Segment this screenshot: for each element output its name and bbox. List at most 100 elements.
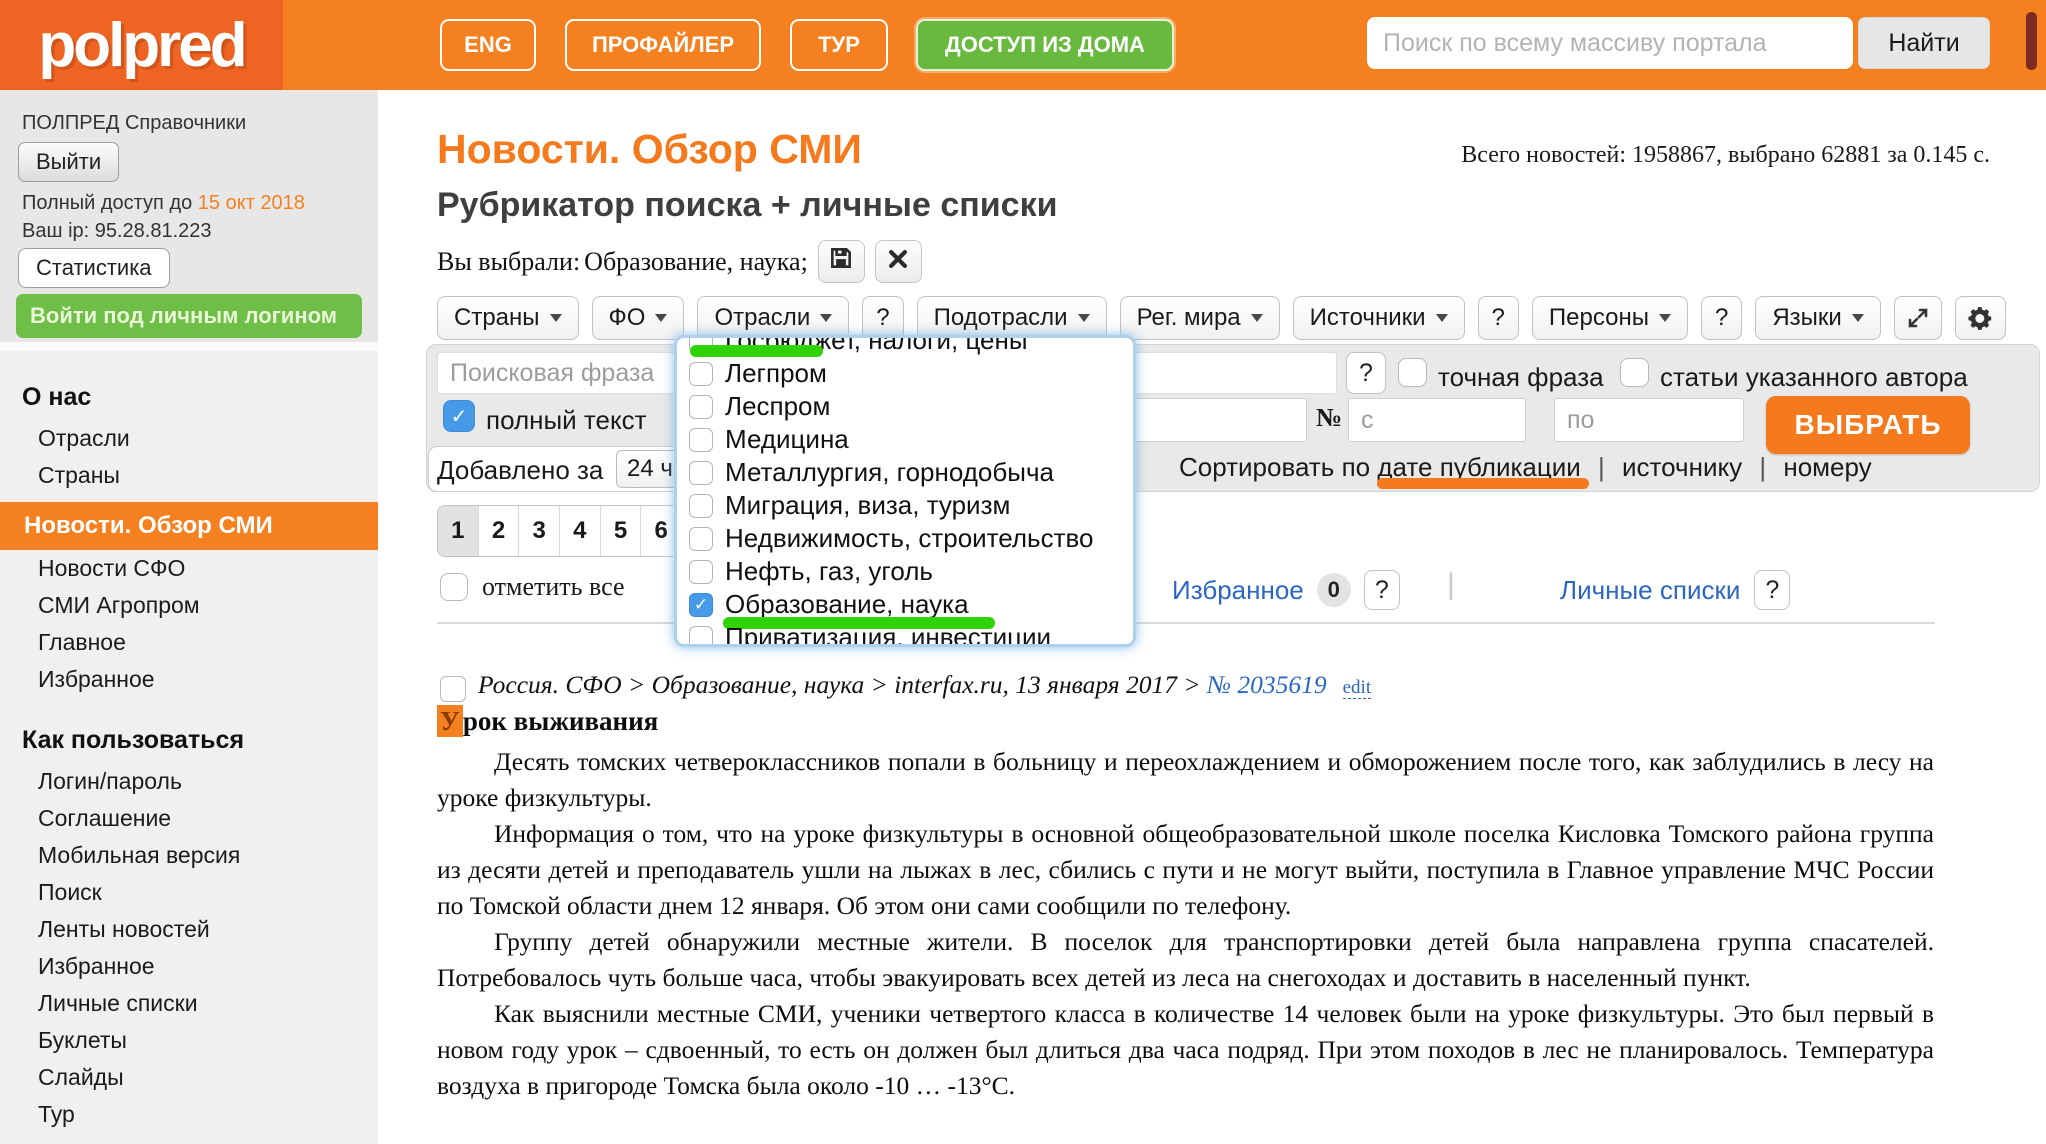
checkbox-unchecked[interactable]: [689, 527, 713, 551]
favorites-link[interactable]: Избранное: [1172, 575, 1304, 606]
global-search-input[interactable]: [1367, 17, 1853, 69]
page-subtitle: Рубрикатор поиска + личные списки: [437, 186, 1058, 225]
eng-button[interactable]: ENG: [440, 19, 536, 71]
sort-option[interactable]: номеру: [1783, 452, 1871, 482]
sidebar-item-active[interactable]: Новости. Обзор СМИ: [0, 502, 378, 550]
checkbox-unchecked[interactable]: [689, 560, 713, 584]
sidebar-item[interactable]: Ленты новостей: [0, 911, 378, 948]
stats-line: Всего новостей: 1958867, выбрано 62881 з…: [1461, 142, 1990, 169]
filter-federal-districts[interactable]: ФО: [592, 296, 685, 340]
mark-all-checkbox[interactable]: [440, 573, 468, 601]
filter-industries[interactable]: Отрасли: [697, 296, 849, 340]
exact-phrase-label: точная фраза: [1438, 362, 1604, 393]
news-item-checkbox[interactable]: [440, 676, 466, 702]
filter-persons[interactable]: Персоны: [1532, 296, 1688, 340]
dropdown-item[interactable]: Недвижимость, строительство: [677, 522, 1133, 555]
dropdown-item[interactable]: Миграция, виза, туризм: [677, 489, 1133, 522]
clear-selection-button[interactable]: [875, 240, 922, 283]
filter-languages[interactable]: Языки: [1755, 296, 1881, 340]
chevron-down-icon: [1659, 314, 1671, 322]
checkbox-unchecked[interactable]: [689, 626, 713, 648]
dropdown-item[interactable]: Металлургия, горнодобыча: [677, 456, 1133, 489]
sidebar-section-header[interactable]: Как пользоваться: [0, 708, 378, 763]
headline-highlight: У: [437, 705, 463, 737]
checkbox-unchecked[interactable]: [689, 428, 713, 452]
sidebar-item[interactable]: Логин/пароль: [0, 763, 378, 800]
sidebar-item[interactable]: Отрасли: [0, 420, 378, 457]
dropdown-item[interactable]: ✓Образование, наука: [677, 588, 1133, 621]
page-button[interactable]: 2: [479, 506, 520, 556]
sidebar-item[interactable]: Избранное: [0, 661, 378, 698]
favorites-count-badge: 0: [1317, 573, 1351, 607]
find-button[interactable]: Найти: [1858, 17, 1990, 69]
checkbox-unchecked[interactable]: [689, 362, 713, 386]
filter-sources[interactable]: Источники: [1293, 296, 1465, 340]
page-button[interactable]: 1: [438, 506, 479, 556]
news-number-link[interactable]: № 2035619: [1207, 670, 1327, 699]
page-button[interactable]: 5: [601, 506, 642, 556]
favorites-help-button[interactable]: ?: [1364, 570, 1400, 610]
dropdown-item[interactable]: Легпром: [677, 357, 1133, 390]
scrollbar-thumb[interactable]: [2026, 12, 2037, 70]
checkbox-unchecked[interactable]: [689, 395, 713, 419]
filter-settings[interactable]: [1955, 296, 2006, 340]
dropdown-item-label: Леспром: [725, 391, 830, 422]
checkbox-unchecked[interactable]: [689, 461, 713, 485]
sort-separator: |: [1581, 452, 1622, 482]
filter-countries[interactable]: Страны: [437, 296, 579, 340]
personal-lists-help-button[interactable]: ?: [1754, 570, 1790, 610]
sidebar-item[interactable]: Буклеты: [0, 1022, 378, 1059]
exact-phrase-checkbox[interactable]: [1398, 358, 1427, 387]
filter-expand[interactable]: [1894, 296, 1942, 340]
filter-industries-help[interactable]: ?: [862, 296, 903, 340]
sidebar-item[interactable]: СМИ Агропром: [0, 587, 378, 624]
sidebar-item[interactable]: Избранное: [0, 948, 378, 985]
sidebar-item[interactable]: Главное: [0, 624, 378, 661]
number-from-input[interactable]: [1348, 398, 1526, 442]
number-to-input[interactable]: [1554, 398, 1744, 442]
breadcrumb: Россия. СФО > Образование, наука > inter…: [478, 670, 1371, 700]
author-articles-checkbox[interactable]: [1620, 358, 1649, 387]
sidebar-item[interactable]: Тур: [0, 1096, 378, 1133]
dropdown-item[interactable]: Приватизация, инвестиции: [677, 621, 1133, 647]
close-icon: [887, 247, 909, 277]
filter-subindustries[interactable]: Подотрасли: [917, 296, 1107, 340]
author-articles-label: статьи указанного автора: [1660, 362, 1968, 393]
breadcrumb-path: Россия. СФО > Образование, наука > inter…: [478, 670, 1207, 699]
full-text-checkbox[interactable]: ✓: [443, 400, 475, 432]
dropdown-item[interactable]: Нефть, газ, уголь: [677, 555, 1133, 588]
logo[interactable]: polpred: [38, 10, 244, 81]
sidebar-item[interactable]: Новости СФО: [0, 550, 378, 587]
sidebar-section-header[interactable]: О нас: [0, 365, 378, 420]
sort-option[interactable]: источнику: [1622, 452, 1742, 482]
filter-world-regions[interactable]: Рег. мира: [1120, 296, 1280, 340]
sidebar-item[interactable]: Страны: [0, 457, 378, 494]
checkbox-checked[interactable]: ✓: [689, 593, 713, 617]
sort-separator: |: [1742, 452, 1783, 482]
personal-login-button[interactable]: Войти под личным логином: [16, 294, 362, 338]
access-prefix: Полный доступ до: [22, 192, 198, 214]
checkbox-unchecked[interactable]: [689, 494, 713, 518]
page-button[interactable]: 3: [519, 506, 560, 556]
dropdown-item[interactable]: Медицина: [677, 423, 1133, 456]
sidebar-item[interactable]: Слайды: [0, 1059, 378, 1096]
filter-sources-help[interactable]: ?: [1478, 296, 1519, 340]
statistics-button[interactable]: Статистика: [18, 248, 170, 288]
sidebar-item[interactable]: Личные списки: [0, 985, 378, 1022]
home-access-button[interactable]: ДОСТУП ИЗ ДОМА: [916, 19, 1174, 71]
filter-persons-help[interactable]: ?: [1701, 296, 1742, 340]
sidebar-item[interactable]: Мобильная версия: [0, 837, 378, 874]
sidebar-item[interactable]: Соглашение: [0, 800, 378, 837]
page-button[interactable]: 4: [560, 506, 601, 556]
sidebar-item[interactable]: Поиск: [0, 874, 378, 911]
personal-lists-link[interactable]: Личные списки: [1560, 575, 1740, 606]
save-selection-button[interactable]: [818, 240, 865, 283]
tour-button[interactable]: ТУР: [790, 19, 888, 71]
dropdown-item[interactable]: Леспром: [677, 390, 1133, 423]
profiler-button[interactable]: ПРОФАЙЛЕР: [565, 19, 761, 71]
edit-link[interactable]: edit: [1343, 677, 1372, 699]
header: polpred ENG ПРОФАЙЛЕР ТУР ДОСТУП ИЗ ДОМА…: [0, 0, 2046, 90]
select-button[interactable]: ВЫБРАТЬ: [1766, 396, 1970, 454]
phrase-help-button[interactable]: ?: [1346, 352, 1386, 394]
logout-button[interactable]: Выйти: [18, 142, 119, 182]
